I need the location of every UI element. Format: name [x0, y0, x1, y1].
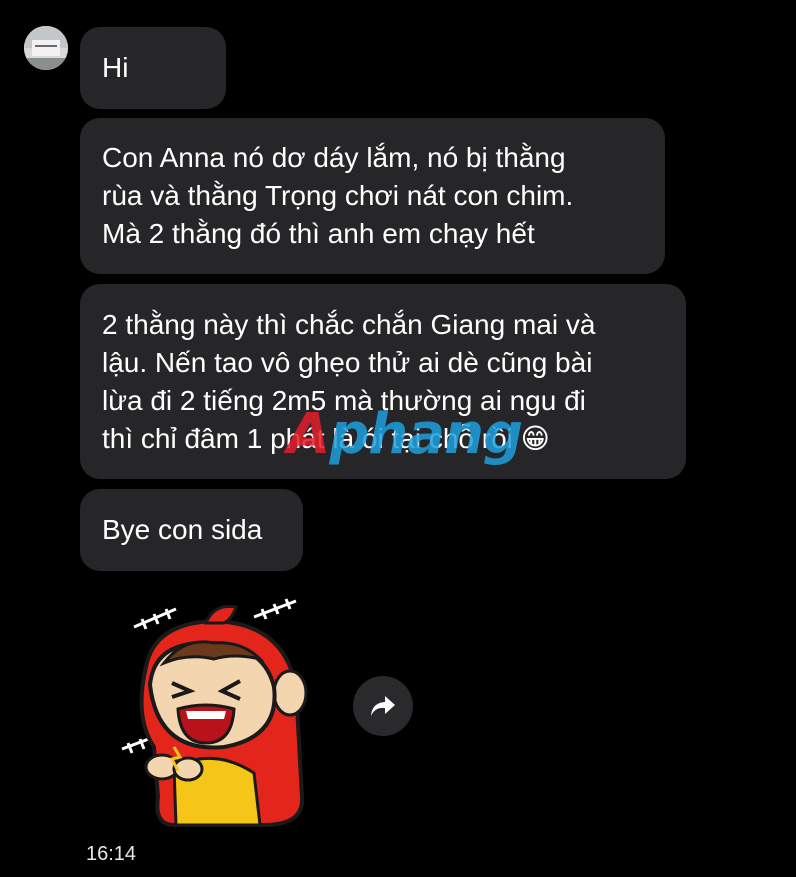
- message-bubble-bye[interactable]: Bye con sida: [80, 489, 303, 571]
- message-timestamp: 16:14: [86, 843, 137, 865]
- sticker-image: [121, 598, 308, 827]
- contact-avatar[interactable]: [24, 26, 68, 70]
- forward-button[interactable]: [353, 676, 413, 736]
- forward-arrow-icon: [371, 696, 395, 716]
- message-bubble-giang-mai[interactable]: 2 thằng này thì chắc chắn Giang mai và l…: [80, 284, 686, 479]
- red-monkey-laughing-sticker[interactable]: [114, 597, 314, 827]
- message-bubble-anna[interactable]: Con Anna nó dơ dáy lắm, nó bị thằng rùa …: [80, 118, 665, 274]
- message-bubble-hi[interactable]: Hi: [80, 27, 226, 109]
- avatar-image: [24, 26, 68, 70]
